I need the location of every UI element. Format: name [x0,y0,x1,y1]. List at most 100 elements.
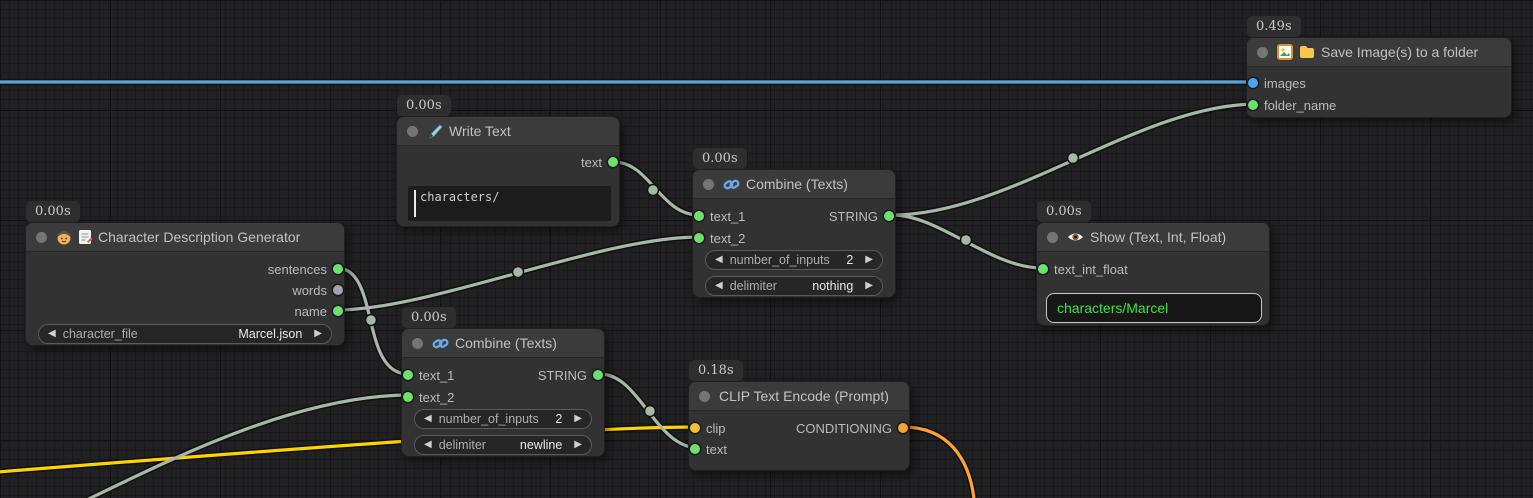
link-midpoint-dot [513,267,524,278]
node-graph-canvas[interactable]: 0.49s Save Image(s) to a folder images f… [0,0,1533,498]
increment-arrow-icon[interactable]: ▶ [865,281,873,291]
widget-value: 2 [846,253,853,267]
node-combine-texts-1[interactable]: 0.00s Combine (Texts) text_1 STRING text… [692,169,896,298]
node-title: Combine (Texts) [746,176,848,192]
collapse-dot[interactable] [699,391,710,402]
picture-icon [1277,44,1293,60]
node-titlebar[interactable]: Show (Text, Int, Float) [1037,223,1269,252]
previous-arrow-icon[interactable]: ◀ [48,329,56,339]
input-dot[interactable] [690,423,700,433]
widget-label: number_of_inputs [730,253,847,267]
execution-time-badge: 0.00s [397,95,451,116]
node-titlebar[interactable]: Combine (Texts) [693,170,895,199]
output-dot[interactable] [333,285,343,295]
node-titlebar[interactable]: Character Description Generator [26,223,344,252]
output-dot[interactable] [608,157,618,167]
output-slot-string[interactable]: STRING [538,365,604,385]
link-midpoint-dot [366,315,377,326]
node-save-images-to-folder[interactable]: 0.49s Save Image(s) to a folder images f… [1246,37,1512,118]
widget-label: number_of_inputs [439,412,556,426]
input-dot[interactable] [403,392,413,402]
node-write-text[interactable]: 0.00s Write Text text characters/ [396,116,620,227]
link-midpoint-dot [961,235,972,246]
execution-time-badge: 0.00s [1037,201,1091,222]
input-slot-text-int-float[interactable]: text_int_float [1037,259,1128,279]
child-face-icon [56,229,72,245]
output-dot[interactable] [593,370,603,380]
slot-label: STRING [829,209,878,224]
input-slot-text-2[interactable]: text_2 [402,387,454,407]
collapse-dot[interactable] [1257,47,1268,58]
input-slot-text-1[interactable]: text_1 [693,206,745,226]
increment-arrow-icon[interactable]: ▶ [574,440,582,450]
input-slot-folder-name[interactable]: folder_name [1247,95,1336,115]
output-dot[interactable] [898,423,908,433]
input-slot-text[interactable]: text [689,439,727,459]
execution-time-badge: 0.00s [402,307,456,328]
collapse-dot[interactable] [412,338,423,349]
displayed-value: characters/Marcel [1057,300,1168,316]
widget-number-of-inputs[interactable]: ◀ number_of_inputs 2 ▶ [414,409,592,429]
decrement-arrow-icon[interactable]: ◀ [424,440,432,450]
decrement-arrow-icon[interactable]: ◀ [715,281,723,291]
input-slot-text-2[interactable]: text_2 [693,228,745,248]
node-title: Save Image(s) to a folder [1321,44,1478,60]
collapse-dot[interactable] [36,232,47,243]
node-titlebar[interactable]: Save Image(s) to a folder [1247,38,1511,67]
output-slot-conditioning[interactable]: CONDITIONING [796,418,909,438]
input-dot[interactable] [1248,78,1258,88]
wire-conditioning [903,427,975,498]
next-arrow-icon[interactable]: ▶ [314,329,322,339]
node-character-description-generator[interactable]: 0.00s Character Description Generator se… [25,222,345,346]
output-slot-name[interactable]: name [294,301,344,321]
output-dot[interactable] [884,211,894,221]
output-slot-sentences[interactable]: sentences [268,259,344,279]
collapse-dot[interactable] [1047,232,1058,243]
increment-arrow-icon[interactable]: ▶ [865,255,873,265]
output-dot[interactable] [333,306,343,316]
input-slot-images[interactable]: images [1247,73,1306,93]
widget-label: delimiter [730,279,813,293]
show-text-display[interactable]: characters/Marcel [1046,293,1262,323]
node-show-text-int-float[interactable]: 0.00s Show (Text, Int, Float) text_int_f… [1036,222,1270,326]
input-slot-text-1[interactable]: text_1 [402,365,454,385]
input-dot[interactable] [403,370,413,380]
input-dot[interactable] [1248,100,1258,110]
node-title: Write Text [449,123,511,139]
node-titlebar[interactable]: CLIP Text Encode (Prompt) [689,382,909,411]
widget-value: Marcel.json [238,327,302,341]
input-dot[interactable] [694,211,704,221]
output-slot-words[interactable]: words [292,280,344,300]
collapse-dot[interactable] [407,126,418,137]
slot-label: name [294,304,327,319]
input-dot[interactable] [1038,264,1048,274]
widget-delimiter[interactable]: ◀ delimiter nothing ▶ [705,276,883,296]
widget-value: newline [520,438,562,452]
folder-icon [1299,45,1315,59]
slot-label: sentences [268,262,327,277]
node-title: Character Description Generator [98,229,300,245]
collapse-dot[interactable] [703,179,714,190]
input-slot-clip[interactable]: clip [689,418,726,438]
slot-label: text_2 [419,390,454,405]
increment-arrow-icon[interactable]: ▶ [574,414,582,424]
output-slot-text[interactable]: text [581,152,619,172]
node-titlebar[interactable]: Combine (Texts) [402,329,604,358]
input-dot[interactable] [690,444,700,454]
decrement-arrow-icon[interactable]: ◀ [424,414,432,424]
input-dot[interactable] [694,233,704,243]
memo-icon [78,229,92,245]
eye-icon [1067,231,1084,243]
output-dot[interactable] [333,264,343,274]
write-text-input[interactable]: characters/ [408,186,611,221]
node-titlebar[interactable]: Write Text [397,117,619,146]
node-combine-texts-2[interactable]: 0.00s Combine (Texts) text_1 STRING text… [401,328,605,457]
widget-character-file[interactable]: ◀ character_file Marcel.json ▶ [38,324,332,344]
decrement-arrow-icon[interactable]: ◀ [715,255,723,265]
slot-label: text [581,155,602,170]
node-clip-text-encode[interactable]: 0.18s CLIP Text Encode (Prompt) clip CON… [688,381,910,471]
output-slot-string[interactable]: STRING [829,206,895,226]
widget-number-of-inputs[interactable]: ◀ number_of_inputs 2 ▶ [705,250,883,270]
widget-delimiter[interactable]: ◀ delimiter newline ▶ [414,435,592,455]
execution-time-badge: 0.00s [26,201,80,222]
